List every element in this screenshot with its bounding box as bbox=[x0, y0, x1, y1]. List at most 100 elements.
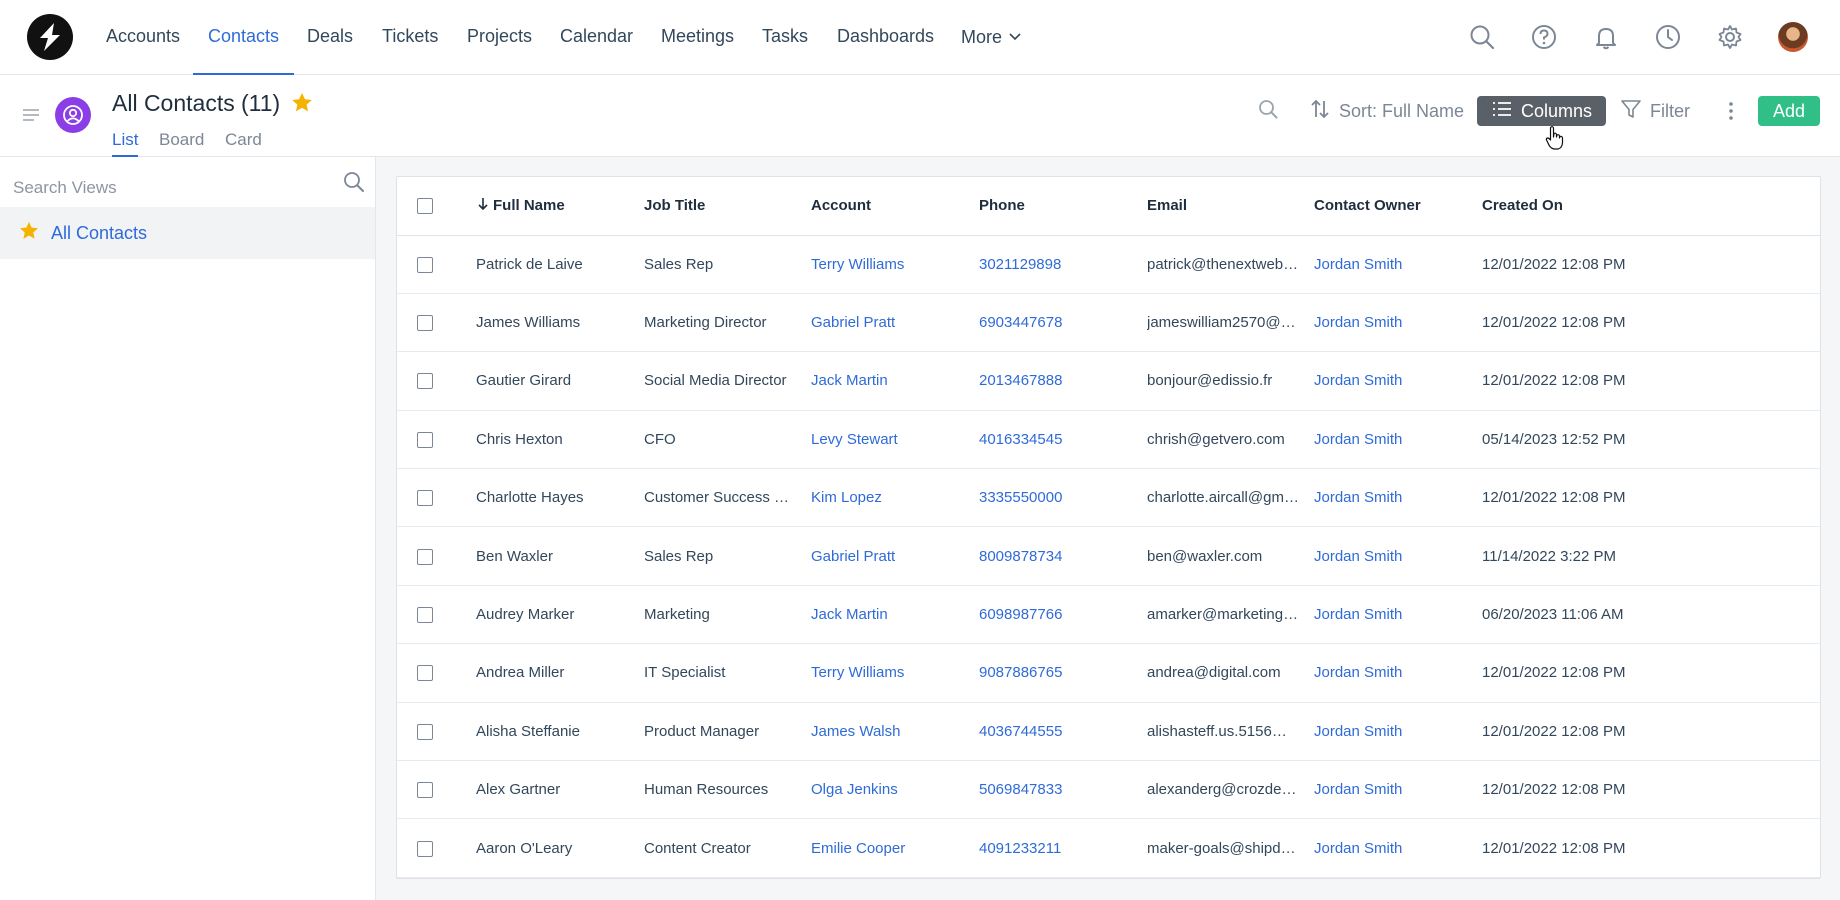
select-all-checkbox[interactable] bbox=[417, 198, 433, 215]
cell-contact-owner-link[interactable]: Jordan Smith bbox=[1314, 760, 1482, 820]
tab-card[interactable]: Card bbox=[225, 130, 262, 155]
table-row[interactable]: Charlotte HayesCustomer Success ManagerK… bbox=[397, 468, 1820, 528]
search-views-input[interactable] bbox=[13, 171, 358, 205]
cell-contact-owner-link[interactable]: Jordan Smith bbox=[1314, 702, 1482, 762]
table-row[interactable]: Ben Waxler Sales Rep Gabriel Pratt 80098787… bbox=[397, 526, 1820, 586]
row-checkbox[interactable] bbox=[417, 840, 433, 857]
cell-full-name[interactable]: Charlotte Hayes bbox=[476, 468, 644, 528]
cell-account-link[interactable]: James Walsh bbox=[811, 702, 979, 762]
cell-contact-owner-link[interactable]: Jordan Smith bbox=[1314, 526, 1482, 586]
nav-calendar[interactable]: Calendar bbox=[560, 0, 633, 75]
cell-contact-owner-link[interactable]: Jordan Smith bbox=[1314, 818, 1482, 878]
row-checkbox[interactable] bbox=[417, 315, 433, 332]
cell-contact-owner-link[interactable]: Jordan Smith bbox=[1314, 643, 1482, 703]
cell-phone-link[interactable]: 6098987766 bbox=[979, 585, 1147, 645]
nav-projects[interactable]: Projects bbox=[467, 0, 532, 75]
table-row[interactable]: Andrea Miller IT Specialist Terry Williams… bbox=[397, 643, 1820, 703]
cell-account-link[interactable]: Jack Martin bbox=[811, 351, 979, 411]
nav-accounts[interactable]: Accounts bbox=[106, 0, 180, 75]
cell-phone-link[interactable]: 4016334545 bbox=[979, 410, 1147, 470]
table-row[interactable]: Alisha Steffanie Product Manager James Wal… bbox=[397, 702, 1820, 762]
search-icon[interactable] bbox=[342, 170, 366, 194]
row-checkbox[interactable] bbox=[417, 548, 433, 565]
help-icon[interactable] bbox=[1530, 23, 1558, 51]
cell-account-link[interactable]: Emilie Cooper bbox=[811, 818, 979, 878]
filter-button[interactable]: Filter bbox=[1620, 95, 1690, 127]
cell-full-name[interactable]: Aaron O'Leary bbox=[476, 818, 644, 878]
nav-deals[interactable]: Deals bbox=[307, 0, 353, 75]
table-row[interactable]: Gautier Girard Social Media Director Jack … bbox=[397, 351, 1820, 411]
column-header-full-name[interactable]: Full Name bbox=[476, 177, 644, 236]
cell-contact-owner-link[interactable]: Jordan Smith bbox=[1314, 351, 1482, 411]
sidebar-item-all-contacts[interactable]: All Contacts bbox=[0, 207, 375, 259]
cell-account-link[interactable]: Levy Stewart bbox=[811, 410, 979, 470]
bell-icon[interactable] bbox=[1592, 23, 1620, 51]
cell-contact-owner-link[interactable]: Jordan Smith bbox=[1314, 235, 1482, 294]
cell-account-link[interactable]: Terry Williams bbox=[811, 235, 979, 294]
cell-phone-link[interactable]: 3335550000 bbox=[979, 468, 1147, 528]
search-icon[interactable] bbox=[1468, 23, 1496, 51]
column-header-account[interactable]: Account bbox=[811, 177, 979, 236]
nav-meetings[interactable]: Meetings bbox=[661, 0, 734, 75]
cell-full-name[interactable]: Patrick de Laive bbox=[476, 235, 644, 294]
table-row[interactable]: Audrey Marker Marketing Jack Martin 6098987… bbox=[397, 585, 1820, 645]
cell-full-name[interactable]: Audrey Marker bbox=[476, 585, 644, 645]
row-checkbox[interactable] bbox=[417, 607, 433, 624]
gear-icon[interactable] bbox=[1716, 23, 1744, 51]
column-header-job-title[interactable]: Job Title bbox=[644, 177, 811, 236]
cell-account-link[interactable]: Gabriel Pratt bbox=[811, 293, 979, 353]
table-row[interactable]: Patrick de Laive Sales Rep Terry Williams 3… bbox=[397, 235, 1820, 294]
row-checkbox[interactable] bbox=[417, 256, 433, 273]
cell-phone-link[interactable]: 6903447678 bbox=[979, 293, 1147, 353]
cell-full-name[interactable]: Andrea Miller bbox=[476, 643, 644, 703]
cell-full-name[interactable]: Alex Gartner bbox=[476, 760, 644, 820]
cell-phone-link[interactable]: 9087886765 bbox=[979, 643, 1147, 703]
tab-list[interactable]: List bbox=[112, 130, 139, 157]
cell-phone-link[interactable]: 4091233211 bbox=[979, 818, 1147, 878]
table-search-button[interactable] bbox=[1257, 95, 1279, 127]
table-row[interactable]: Alex Gartner Human Resources Olga Jenkins 5… bbox=[397, 760, 1820, 820]
cell-phone-link[interactable]: 4036744555 bbox=[979, 702, 1147, 762]
cell-phone-link[interactable]: 5069847833 bbox=[979, 760, 1147, 820]
user-avatar[interactable] bbox=[1778, 22, 1808, 52]
row-checkbox[interactable] bbox=[417, 665, 433, 682]
clock-icon[interactable] bbox=[1654, 23, 1682, 51]
tab-board[interactable]: Board bbox=[159, 130, 204, 155]
cell-contact-owner-link[interactable]: Jordan Smith bbox=[1314, 585, 1482, 645]
column-header-email[interactable]: Email bbox=[1147, 177, 1314, 236]
table-row[interactable]: Chris Hexton CFO Levy Stewart 4016334545 chr… bbox=[397, 410, 1820, 470]
cell-account-link[interactable]: Gabriel Pratt bbox=[811, 526, 979, 586]
cell-contact-owner-link[interactable]: Jordan Smith bbox=[1314, 468, 1482, 528]
nav-tickets[interactable]: Tickets bbox=[382, 0, 438, 75]
row-checkbox[interactable] bbox=[417, 431, 433, 448]
add-contact-button[interactable]: Add bbox=[1758, 96, 1821, 126]
cell-full-name[interactable]: Alisha Steffanie bbox=[476, 702, 644, 762]
cell-full-name[interactable]: Chris Hexton bbox=[476, 410, 644, 470]
cell-contact-owner-link[interactable]: Jordan Smith bbox=[1314, 293, 1482, 353]
column-header-phone[interactable]: Phone bbox=[979, 177, 1147, 236]
cell-account-link[interactable]: Kim Lopez bbox=[811, 468, 979, 528]
table-row[interactable]: Aaron O'Leary Content Creator Emilie Coope… bbox=[397, 818, 1820, 878]
nav-dashboards[interactable]: Dashboards bbox=[837, 0, 934, 75]
cell-contact-owner-link[interactable]: Jordan Smith bbox=[1314, 410, 1482, 470]
favorite-star-icon[interactable] bbox=[290, 91, 314, 115]
column-header-contact-owner[interactable]: Contact Owner bbox=[1314, 177, 1482, 236]
sort-button[interactable]: Sort: Full Name bbox=[1309, 95, 1464, 127]
cell-full-name[interactable]: James Williams bbox=[476, 293, 644, 353]
nav-more[interactable]: More bbox=[961, 0, 1022, 75]
cell-account-link[interactable]: Terry Williams bbox=[811, 643, 979, 703]
cell-account-link[interactable]: Olga Jenkins bbox=[811, 760, 979, 820]
cell-phone-link[interactable]: 8009878734 bbox=[979, 526, 1147, 586]
cell-phone-link[interactable]: 3021129898 bbox=[979, 235, 1147, 294]
cell-account-link[interactable]: Jack Martin bbox=[811, 585, 979, 645]
row-checkbox[interactable] bbox=[417, 723, 433, 740]
cell-full-name[interactable]: Ben Waxler bbox=[476, 526, 644, 586]
cell-full-name[interactable]: Gautier Girard bbox=[476, 351, 644, 411]
row-checkbox[interactable] bbox=[417, 782, 433, 799]
row-checkbox[interactable] bbox=[417, 373, 433, 390]
table-row[interactable]: James Williams Marketing Director Gabriel … bbox=[397, 293, 1820, 353]
column-header-created-on[interactable]: Created On bbox=[1482, 177, 1820, 236]
cell-phone-link[interactable]: 2013467888 bbox=[979, 351, 1147, 411]
app-logo-icon[interactable] bbox=[27, 14, 73, 60]
nav-tasks[interactable]: Tasks bbox=[762, 0, 808, 75]
